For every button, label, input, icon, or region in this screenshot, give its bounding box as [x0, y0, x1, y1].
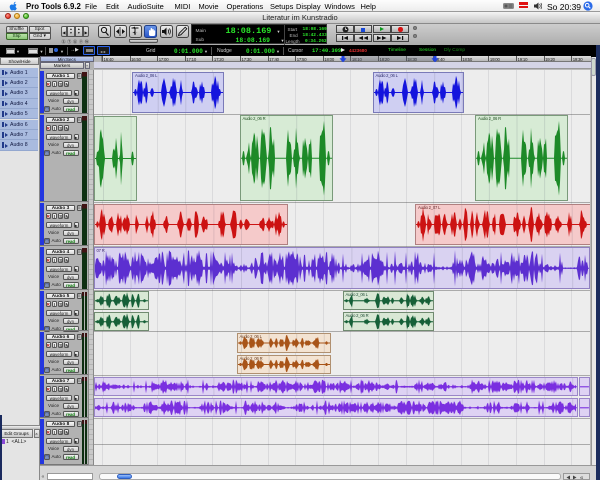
svg-text:«: « — [580, 475, 584, 480]
